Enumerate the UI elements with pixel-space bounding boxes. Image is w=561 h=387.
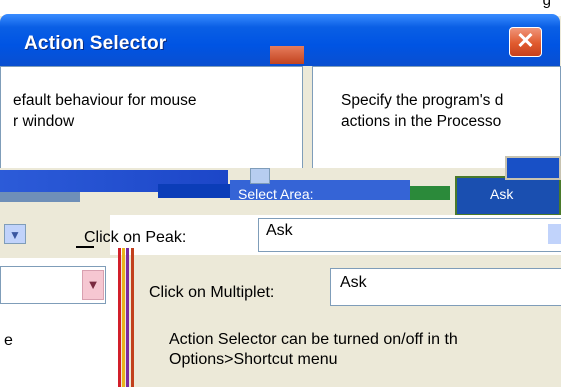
chevron-down-icon[interactable]: ▼ <box>4 224 26 244</box>
close-icon: ✕ <box>516 28 535 53</box>
peak-dropdown-button[interactable] <box>548 224 561 244</box>
left-text-fragment: e <box>4 332 13 349</box>
accelerator-underline <box>76 246 94 248</box>
artifact-box <box>250 168 270 184</box>
artifact-bar <box>0 192 80 202</box>
processor-actions-text: Specify the program's d actions in the P… <box>341 92 504 130</box>
click-on-peak-label: Click on Peak: <box>84 229 187 246</box>
click-on-multiplet-value: Ask <box>340 274 367 291</box>
click-on-peak-value: Ask <box>266 222 293 239</box>
window-title: Action Selector <box>24 33 167 54</box>
click-on-peak-select[interactable] <box>258 218 561 252</box>
divider-stripe <box>122 248 125 387</box>
mouse-behaviour-text: efault behaviour for mouse r window <box>13 92 197 130</box>
artifact-box <box>505 156 561 180</box>
close-button[interactable]: ✕ <box>509 27 542 57</box>
artifact-text: Select Area: <box>238 186 314 202</box>
divider-stripe <box>126 248 129 387</box>
artifact-bar <box>410 186 450 200</box>
artifact-text: Ask <box>490 186 514 202</box>
title-artifact <box>270 46 304 64</box>
divider-stripe <box>118 248 121 387</box>
action-selector-info: Action Selector can be turned on/off in … <box>169 331 458 368</box>
click-on-multiplet-label: Click on Multiplet: <box>149 284 275 301</box>
mouse-behaviour-panel: efault behaviour for mouse r window <box>0 66 303 172</box>
top-right-fragment: g <box>542 0 551 9</box>
artifact-bar <box>158 184 233 198</box>
chevron-down-icon[interactable]: ▼ <box>82 270 104 300</box>
panel-separator <box>303 66 312 172</box>
